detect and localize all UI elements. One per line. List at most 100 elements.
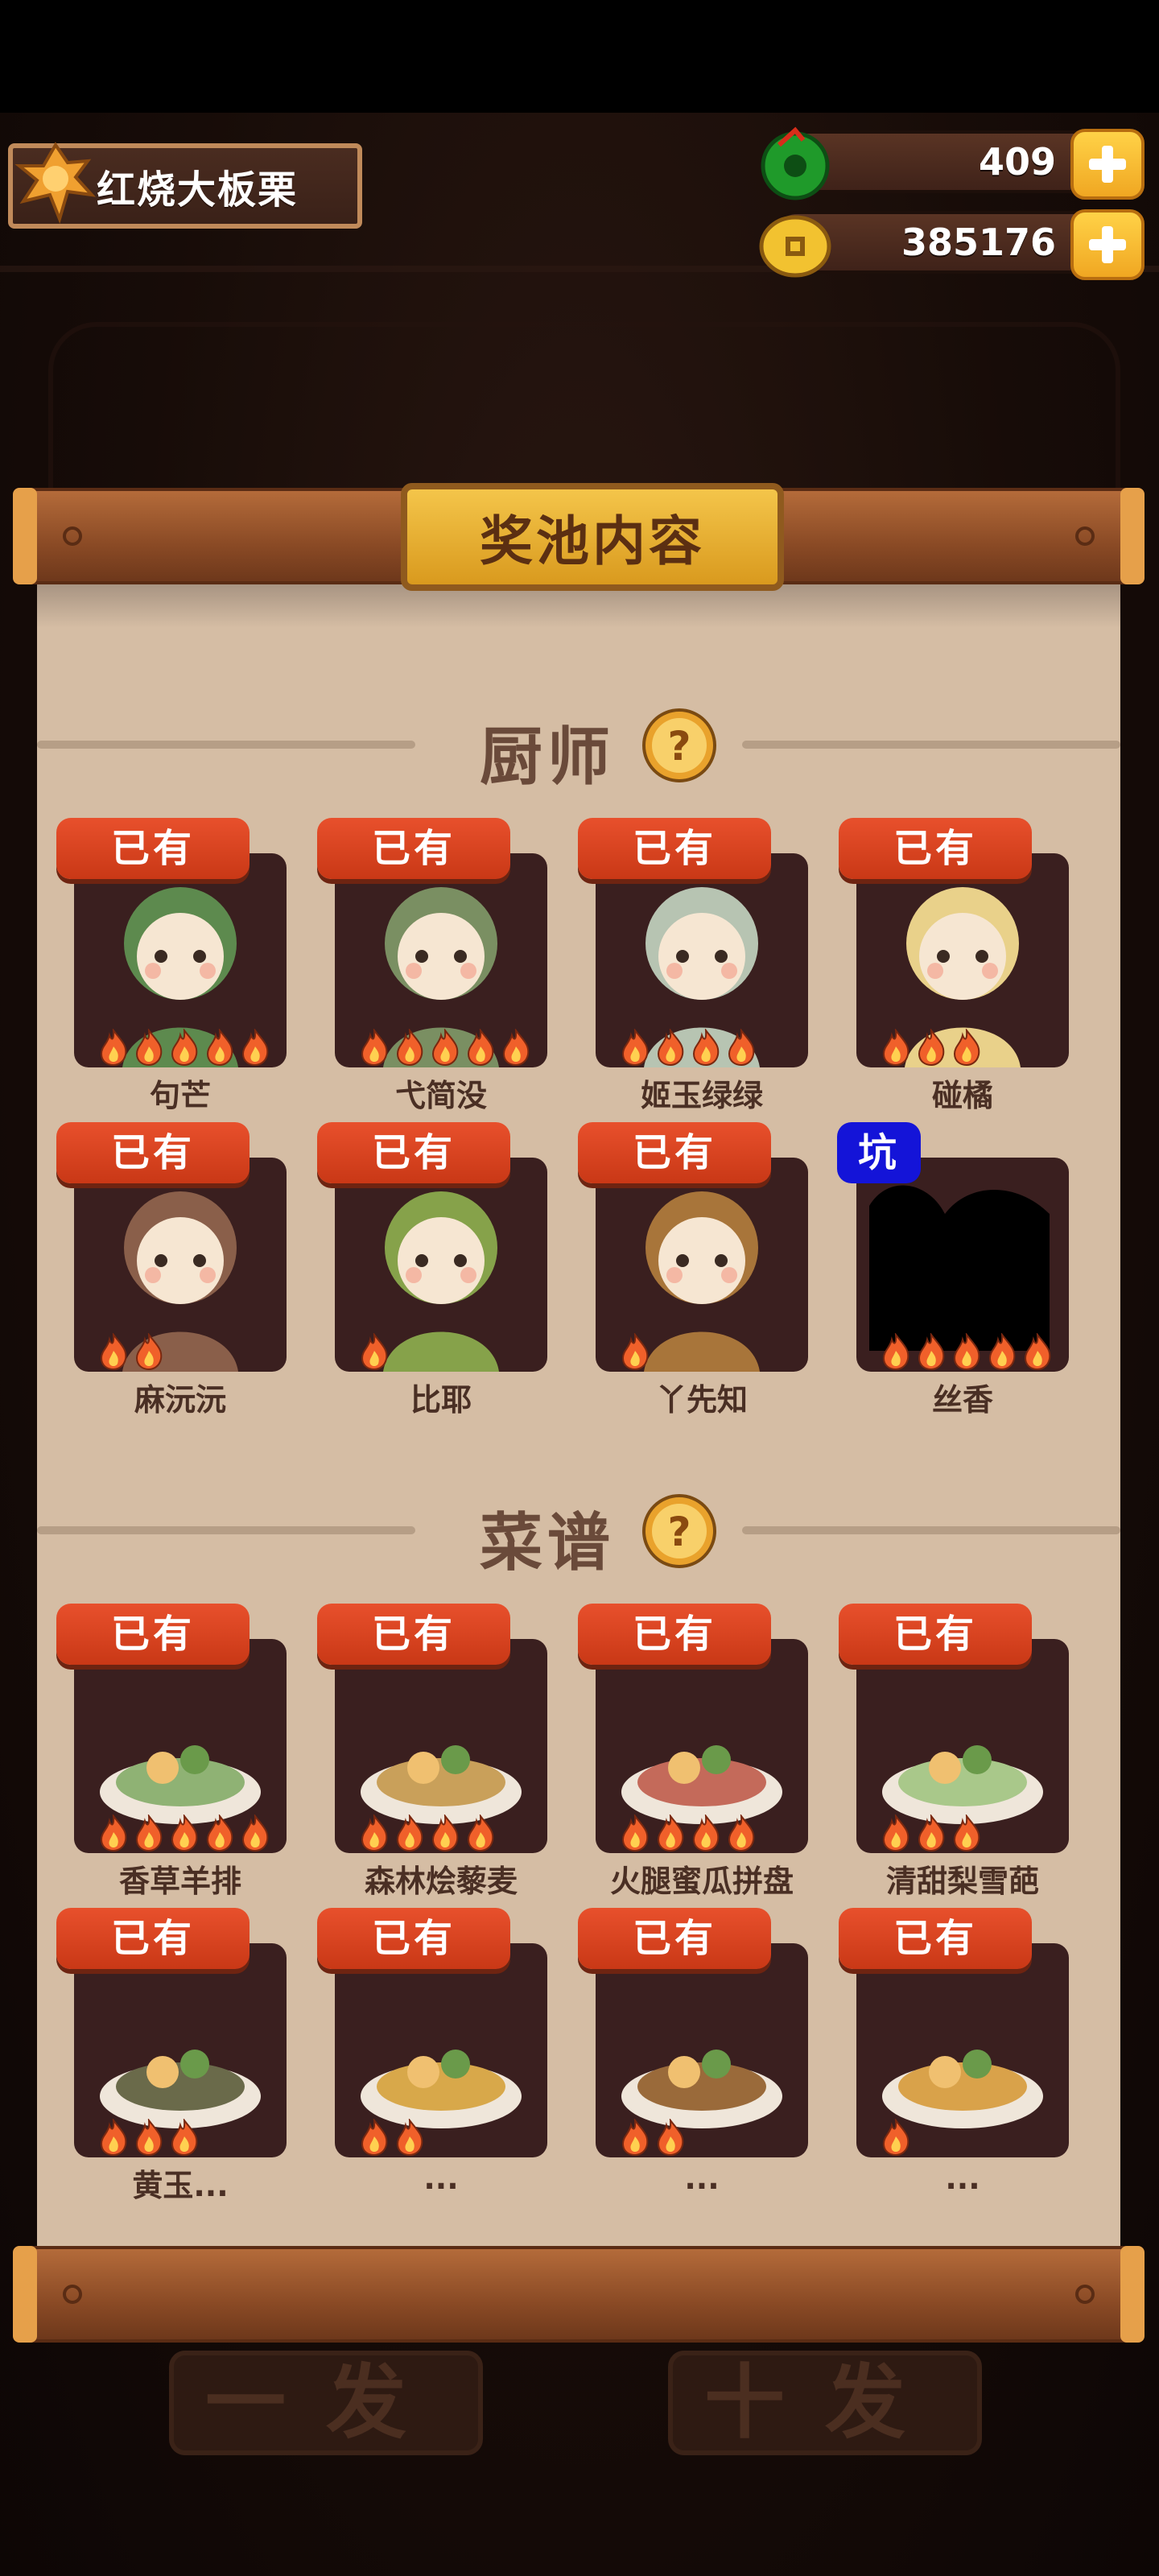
flame-icon [361, 2119, 388, 2156]
flame-icon [918, 1029, 945, 1066]
paper-shade [37, 584, 1120, 628]
rarity-flames [618, 1333, 652, 1372]
rod-cap [1120, 2246, 1145, 2343]
rod-rivet [63, 2285, 82, 2304]
recipe-name: 黄玉... [132, 2168, 229, 2203]
chef-card[interactable]: 已有 麻沅沅 [56, 1122, 287, 1418]
recipe-card[interactable]: 已有香草羊排 [56, 1604, 287, 1899]
top-black-bar [0, 0, 1159, 113]
divider-line [742, 741, 1120, 749]
chef-section-header: 厨师 ? [37, 699, 1120, 794]
owned-badge: 已有 [578, 818, 771, 879]
chef-help-icon[interactable]: ? [641, 707, 718, 784]
recipe-card[interactable]: 已有... [839, 1908, 1069, 2196]
recipe-section-title: 菜谱 [480, 1507, 616, 1579]
flame-icon [918, 1814, 945, 1852]
owned-badge: 已有 [317, 818, 510, 879]
recipe-card[interactable]: 已有清甜梨雪葩 [839, 1604, 1069, 1899]
recipe-name: 香草羊排 [118, 1864, 241, 1899]
chef-card[interactable]: 已有 碰橘 [839, 818, 1069, 1113]
flame-icon [657, 1029, 684, 1066]
owned-badge: 已有 [56, 1122, 250, 1183]
flame-icon [100, 2119, 127, 2156]
chef-name: 姬玉绿绿 [640, 1078, 763, 1113]
recipe-card[interactable]: 已有森林烩藜麦 [317, 1604, 547, 1899]
chef-card[interactable]: 已有弋简没 [317, 818, 547, 1113]
flame-icon [692, 1029, 720, 1066]
rarity-flames [97, 1029, 272, 1067]
recipe-name: ... [945, 2161, 980, 2196]
flame-icon [882, 1029, 909, 1066]
flame-icon [882, 1814, 909, 1852]
rarity-flames [879, 2119, 913, 2157]
flame-icon [361, 1029, 388, 1066]
coin-amount: 385176 [901, 221, 1056, 264]
rod-cap [1120, 488, 1145, 584]
flame-icon [431, 1029, 459, 1066]
recipe-name: 森林烩藜麦 [364, 1864, 518, 1899]
flame-icon [621, 1814, 649, 1852]
flame-icon [100, 1814, 127, 1852]
recipe-name: 清甜梨雪葩 [885, 1864, 1039, 1899]
jade-resource-bar: 409 [761, 126, 1145, 200]
flame-icon [467, 1814, 494, 1852]
chef-card[interactable]: 已有 比耶 [317, 1122, 547, 1418]
recipe-name: ... [684, 2161, 720, 2196]
add-jade-button[interactable] [1070, 129, 1145, 200]
rarity-flames [97, 2119, 201, 2157]
flame-icon [100, 1029, 127, 1066]
flame-icon [100, 1333, 127, 1370]
flame-icon [396, 1814, 423, 1852]
flame-icon [467, 1029, 494, 1066]
coin-resource-bar: 385176 [759, 209, 1145, 280]
chef-card[interactable]: 已有 丫先知 [578, 1122, 808, 1418]
divider-line [742, 1526, 1120, 1534]
flame-icon [882, 1333, 909, 1370]
coin-icon [759, 215, 831, 278]
flame-icon [882, 2119, 909, 2156]
rod-rivet [1075, 2285, 1095, 2304]
jade-icon [761, 126, 830, 200]
rod-rivet [1075, 526, 1095, 546]
plus-icon [1089, 146, 1126, 183]
flame-icon [361, 1333, 388, 1370]
flame-icon [361, 1814, 388, 1852]
ten-draw-button: 十发 [668, 2351, 982, 2455]
flame-icon [206, 1814, 233, 1852]
chef-card[interactable]: 已有 句芒 [56, 818, 287, 1113]
recipe-card[interactable]: 已有黄玉... [56, 1908, 287, 2203]
player-name-plate[interactable]: 红烧大板栗 [8, 142, 362, 229]
owned-badge: 已有 [56, 1908, 250, 1969]
scroll-bottom-rod [13, 2246, 1145, 2343]
owned-badge: 已有 [317, 1604, 510, 1665]
rod-cap [13, 488, 37, 584]
flame-icon [728, 1029, 755, 1066]
divider-line [37, 1526, 415, 1534]
recipe-card[interactable]: 已有... [317, 1908, 547, 2196]
chef-card[interactable]: 已有姬玉绿绿 [578, 818, 808, 1113]
flame-icon [621, 1029, 649, 1066]
recipe-card[interactable]: 已有 火腿蜜瓜拼盘 [578, 1604, 808, 1899]
rod-cap [13, 2246, 37, 2343]
flame-icon [135, 1333, 163, 1370]
flame-icon [953, 1814, 980, 1852]
rarity-flames [357, 2119, 427, 2157]
rarity-flames [879, 1814, 984, 1853]
chef-name: 句芒 [149, 1078, 211, 1113]
rarity-flames [879, 1333, 1054, 1372]
rarity-flames [357, 1333, 391, 1372]
recipe-help-icon[interactable]: ? [641, 1492, 718, 1570]
chef-card[interactable]: 坑丝香 [837, 1122, 1069, 1418]
add-coins-button[interactable] [1070, 209, 1145, 280]
flame-icon [396, 2119, 423, 2156]
owned-badge: 已有 [578, 1908, 771, 1969]
rarity-flames [97, 1333, 166, 1372]
recipe-card[interactable]: 已有... [578, 1908, 808, 2196]
owned-badge: 已有 [56, 1604, 250, 1665]
chef-name: 弋简没 [394, 1078, 487, 1113]
flame-icon [206, 1029, 233, 1066]
owned-badge: 已有 [839, 1604, 1032, 1665]
flame-icon [502, 1029, 530, 1066]
rarity-flames [879, 1029, 984, 1067]
owned-badge: 已有 [317, 1122, 510, 1183]
